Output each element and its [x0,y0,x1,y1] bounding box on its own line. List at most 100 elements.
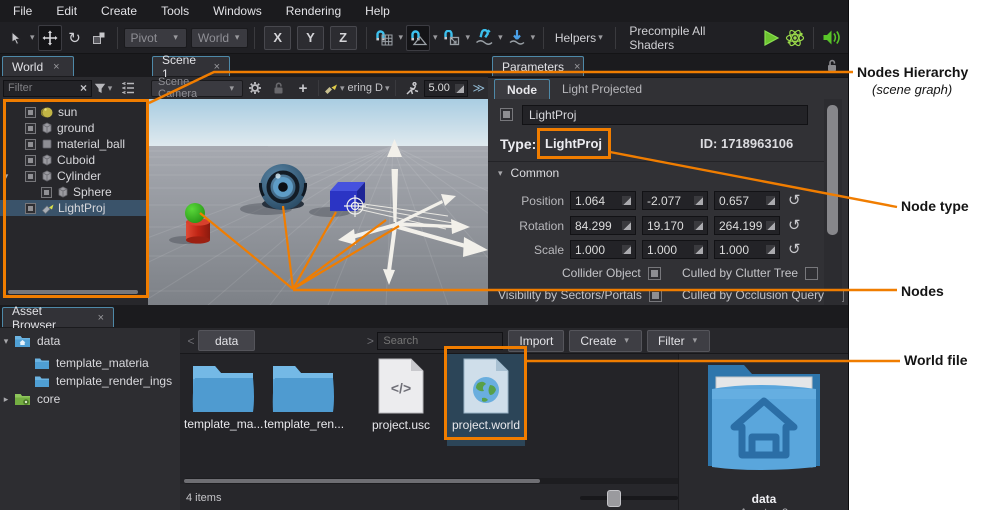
culled-by-clutter-tree-checkbox[interactable]: Culled by Clutter Tree [682,266,818,280]
snap-surface-button[interactable] [441,26,463,50]
rotate-tool-button[interactable]: ↻ [64,26,86,50]
tab-asset-browser[interactable]: Asset Browser× [2,307,114,327]
axis-x-button[interactable]: X [264,26,291,50]
close-icon[interactable]: × [53,61,59,73]
tab-scene-1[interactable]: Scene 1× [152,56,230,76]
collider-object-checkbox[interactable]: Collider Object [562,266,661,280]
camera-settings-button[interactable] [244,79,266,97]
axis-y-button[interactable]: Y [297,26,324,50]
node-row-sun[interactable]: sun [0,104,148,120]
space-dropdown[interactable]: World▾ [191,28,248,48]
tab-world[interactable]: World× [2,56,74,76]
file-tile-template-ma[interactable]: template_ma... [184,356,262,431]
snap-angle-caret[interactable]: ▾ [433,32,438,43]
slider-handle[interactable] [607,490,621,507]
filter-dropdown[interactable]: Filter▾ [647,330,710,352]
physics-button[interactable] [784,26,806,50]
reset-rotation-button[interactable]: ↺ [788,218,801,233]
menu-file[interactable]: File [2,0,43,22]
node-row-sphere[interactable]: Sphere [0,184,148,200]
hierarchy-view-button[interactable] [117,79,139,97]
snap-surface-caret[interactable]: ▾ [466,32,471,43]
file-tile-project-usc[interactable]: </> project.usc [362,356,440,432]
file-grid-hscroll-thumb[interactable] [184,479,540,483]
forward-button[interactable]: > [363,334,377,348]
menu-windows[interactable]: Windows [202,0,273,22]
node-row-material-ball[interactable]: material_ball [0,136,148,152]
move-tool-button[interactable] [38,25,62,51]
create-dropdown[interactable]: Create▾ [569,330,642,352]
file-tile-template-ren[interactable]: template_ren... [264,356,342,431]
node-enabled-checkbox[interactable] [41,187,52,198]
toolbar-overflow-button[interactable]: ≫ [472,81,485,95]
clear-filter-icon[interactable]: × [80,81,87,95]
culled-by-occlusion-query-checkbox[interactable]: Culled by Occlusion Query [682,288,844,302]
drag-grip-icon[interactable] [694,245,703,254]
subtab-light-projected[interactable]: Light Projected [550,79,654,99]
node-enabled-checkbox[interactable] [25,203,36,214]
close-icon[interactable]: × [214,61,220,73]
lighting-mode-button[interactable]: ▾ [323,79,347,97]
node-row-cuboid[interactable]: Cuboid [0,152,148,168]
rendering-debug-caret[interactable]: ▾ [385,83,390,94]
drag-grip-icon[interactable] [694,221,703,230]
visibility-by-sectors-checkbox[interactable]: Visibility by Sectors/Portals [498,288,662,302]
tree-item-template-materia[interactable]: template_materia [0,354,180,372]
close-icon[interactable]: × [574,61,580,73]
parameters-scrollbar[interactable] [824,99,842,305]
breadcrumb[interactable]: data [198,330,255,351]
close-icon[interactable]: × [98,312,104,324]
play-button[interactable] [760,26,782,50]
select-tool-button[interactable] [5,26,27,50]
filter-options-button[interactable]: ▾ [93,79,115,97]
rotation-x-field[interactable]: 84.299 [570,216,636,235]
rotation-z-field[interactable]: 264.199 [714,216,780,235]
scene-object-material-ball[interactable] [260,164,306,210]
expander-icon[interactable]: ▸ [0,394,12,405]
scale-z-field[interactable]: 1.000 [714,240,780,259]
panel-lock-button[interactable] [826,59,838,72]
node-row-ground[interactable]: ground [0,120,148,136]
reset-scale-button[interactable]: ↺ [788,242,801,257]
reset-position-button[interactable]: ↺ [788,193,801,208]
drop-to-ground-button[interactable] [506,26,528,50]
position-z-field[interactable]: 0.657 [714,191,780,210]
menu-create[interactable]: Create [90,0,148,22]
camera-speed-field[interactable]: 5.00 [424,80,468,97]
thumbnail-size-slider[interactable] [580,496,678,500]
snap-grid-caret[interactable]: ▾ [398,32,403,43]
node-enabled-checkbox[interactable] [500,108,513,121]
helpers-dropdown[interactable]: Helpers▾ [551,26,608,50]
filter-input[interactable]: Filter × [3,80,92,97]
expander-icon[interactable]: ▾ [0,171,12,182]
viewport-3d[interactable] [148,99,488,305]
node-enabled-checkbox[interactable] [25,155,36,166]
sound-button[interactable] [821,26,843,50]
snap-grid-button[interactable] [373,26,395,50]
focus-button[interactable]: + [292,79,314,97]
scrollbar-thumb[interactable] [827,105,838,235]
file-tile-project-world[interactable]: project.world [447,354,525,446]
node-enabled-checkbox[interactable] [25,107,36,118]
tree-item-template-render[interactable]: template_render_ings [0,372,180,390]
rendering-debug-dropdown[interactable]: ering D [347,82,382,94]
tree-item-data[interactable]: ▾ data [0,332,180,350]
snap-terrain-button[interactable] [473,26,495,50]
node-row-cylinder[interactable]: ▾ Cylinder [0,168,148,184]
snap-angle-button[interactable] [406,25,430,51]
node-enabled-checkbox[interactable] [25,171,36,182]
node-name-input[interactable] [522,105,808,125]
snap-terrain-caret[interactable]: ▾ [498,32,503,43]
drag-grip-icon[interactable] [622,196,631,205]
world-horizontal-scrollbar[interactable] [8,290,138,294]
node-row-lightproj[interactable]: LightProj [0,200,148,216]
scale-x-field[interactable]: 1.000 [570,240,636,259]
tree-item-core[interactable]: ▸ core [0,390,180,408]
pivot-dropdown[interactable]: Pivot▾ [124,28,187,48]
search-input[interactable] [377,332,503,350]
axis-z-button[interactable]: Z [330,26,357,50]
camera-dropdown[interactable]: Scene Camera▾ [151,80,243,97]
drag-grip-icon[interactable] [622,221,631,230]
menu-help[interactable]: Help [354,0,401,22]
drag-grip-icon[interactable] [694,196,703,205]
